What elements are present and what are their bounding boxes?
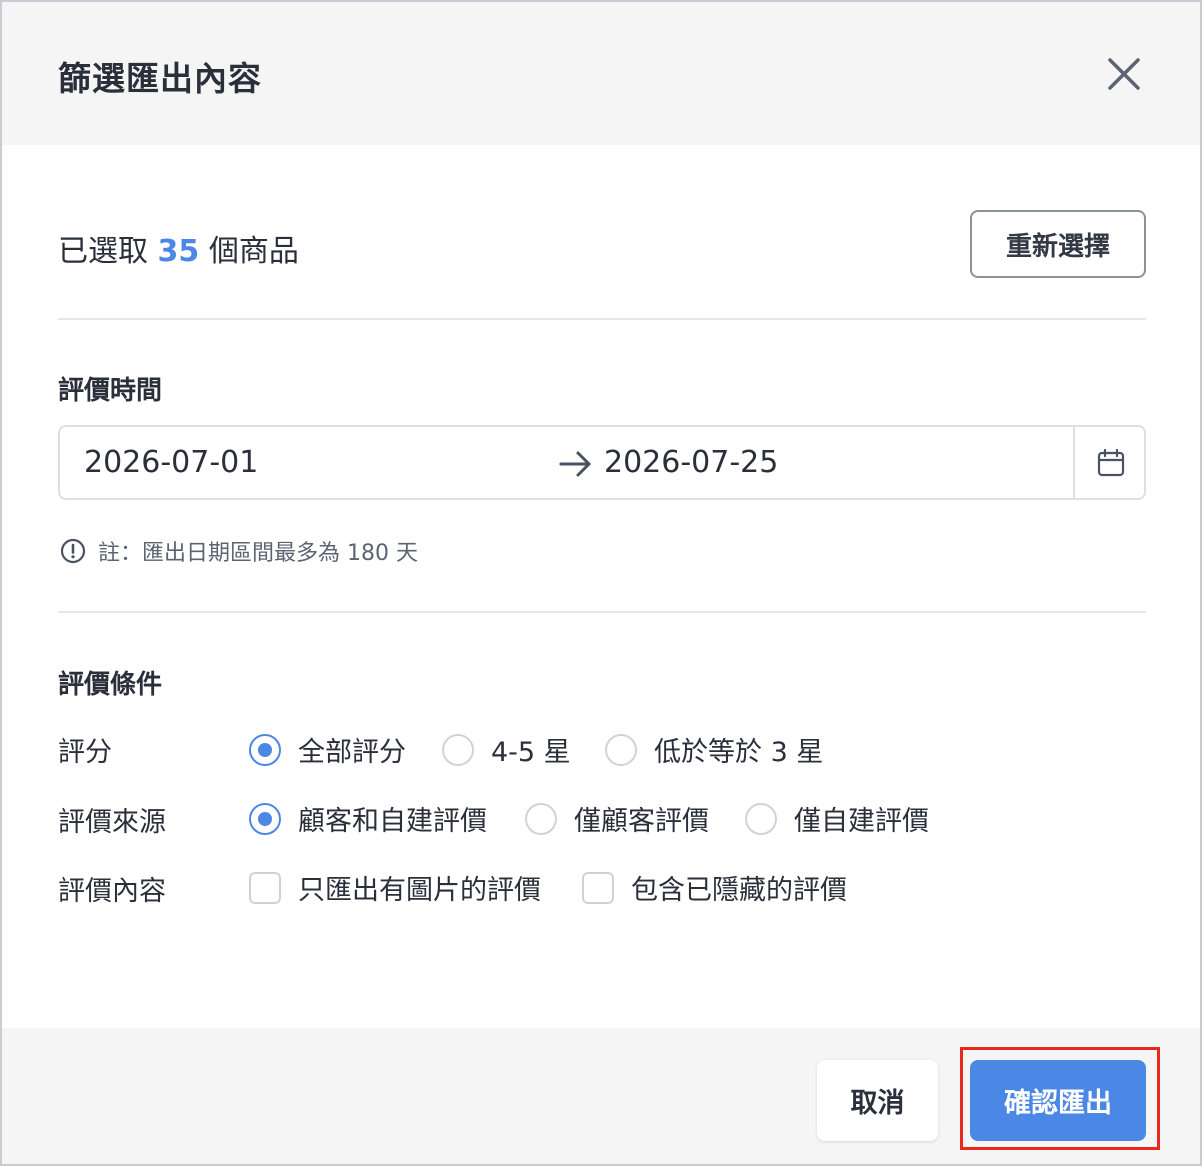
- confirm-export-button[interactable]: 確認匯出: [970, 1060, 1146, 1141]
- info-icon: [60, 538, 86, 564]
- close-icon: [1108, 58, 1140, 90]
- radio-unchecked[interactable]: [525, 802, 557, 835]
- radio-unchecked[interactable]: [442, 733, 474, 766]
- review-conditions-label: 評價條件: [58, 670, 163, 700]
- source-option-all[interactable]: 顧客和自建評價: [249, 799, 487, 838]
- selected-suffix: 個商品: [208, 234, 299, 269]
- radio-checked[interactable]: [249, 802, 281, 835]
- checkbox[interactable]: [249, 871, 281, 904]
- dialog-header: 篩選匯出內容: [2, 2, 1200, 145]
- option-label: 僅顧客評價: [574, 806, 709, 837]
- content-label: 評價內容: [58, 876, 166, 907]
- selected-count: 35: [157, 234, 200, 269]
- source-option-self-created[interactable]: 僅自建評價: [745, 799, 929, 838]
- divider: [58, 611, 1146, 613]
- rating-label: 評分: [58, 737, 112, 768]
- dialog-title: 篩選匯出內容: [58, 59, 262, 98]
- source-option-customer[interactable]: 僅顧客評價: [525, 799, 709, 838]
- end-date-input[interactable]: 2026-07-25: [604, 445, 778, 480]
- rating-option-le-3[interactable]: 低於等於 3 星: [605, 730, 823, 769]
- start-date-input[interactable]: 2026-07-01: [84, 445, 258, 480]
- option-label: 只匯出有圖片的評價: [298, 875, 541, 906]
- cancel-button[interactable]: 取消: [817, 1060, 938, 1141]
- selected-prefix: 已選取: [58, 234, 148, 269]
- arrow-right-icon: [558, 448, 594, 484]
- option-label: 包含已隱藏的評價: [631, 875, 847, 906]
- radio-unchecked[interactable]: [745, 802, 777, 835]
- divider: [58, 318, 1146, 320]
- option-label: 低於等於 3 星: [654, 737, 824, 768]
- content-option-with-images[interactable]: 只匯出有圖片的評價: [249, 868, 541, 907]
- rating-option-all[interactable]: 全部評分: [249, 730, 406, 769]
- review-time-label: 評價時間: [58, 376, 163, 406]
- date-range-note: 註：匯出日期區間最多為 180 天: [60, 535, 418, 567]
- option-label: 4-5 星: [491, 737, 571, 768]
- radio-checked[interactable]: [249, 733, 281, 766]
- rating-option-4-5[interactable]: 4-5 星: [442, 730, 571, 769]
- source-label: 評價來源: [58, 807, 166, 838]
- selected-products-summary: 已選取 35 個商品: [58, 226, 299, 270]
- note-text: 註：匯出日期區間最多為 180 天: [98, 541, 418, 566]
- date-range-picker[interactable]: 2026-07-01 2026-07-25: [58, 425, 1146, 500]
- export-filter-dialog: 篩選匯出內容 已選取 35 個商品 重新選擇 評價時間 2026-07-01 2…: [0, 0, 1202, 1166]
- option-label: 顧客和自建評價: [298, 806, 487, 837]
- checkbox[interactable]: [582, 871, 614, 904]
- radio-unchecked[interactable]: [605, 733, 637, 766]
- option-label: 全部評分: [298, 737, 406, 768]
- reselect-button[interactable]: 重新選擇: [970, 210, 1146, 278]
- option-label: 僅自建評價: [794, 806, 929, 837]
- calendar-icon: [1097, 448, 1124, 476]
- close-button[interactable]: [1102, 52, 1146, 96]
- content-option-include-hidden[interactable]: 包含已隱藏的評價: [582, 868, 847, 907]
- calendar-button[interactable]: [1075, 427, 1146, 498]
